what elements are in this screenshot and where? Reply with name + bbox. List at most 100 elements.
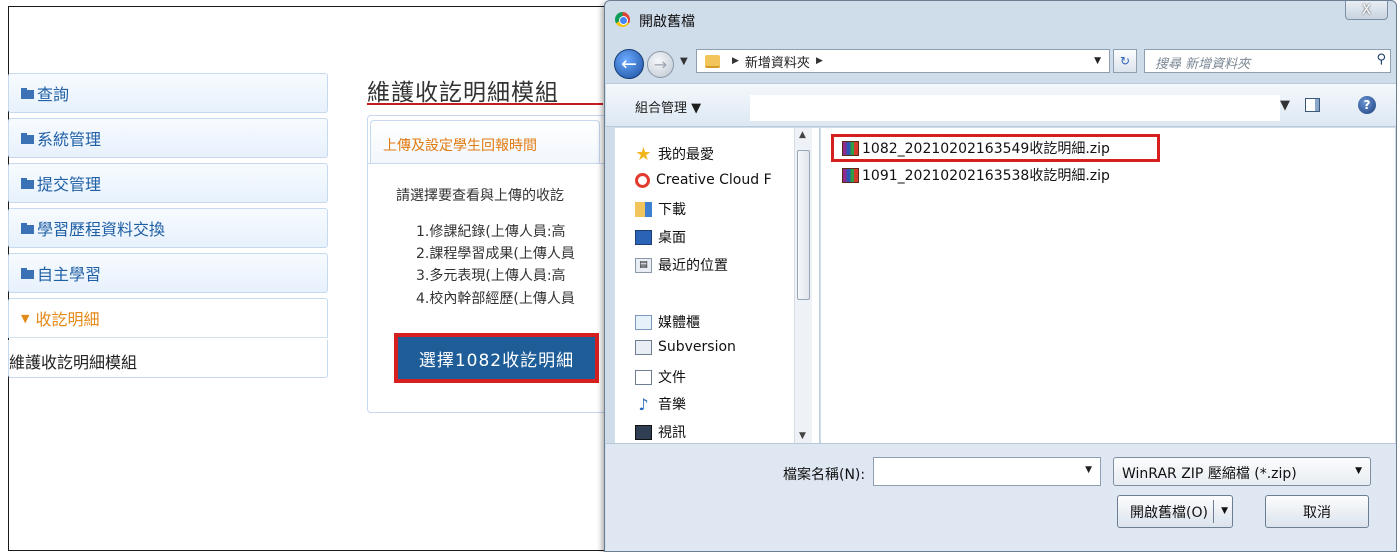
folder-icon (21, 222, 34, 234)
nav-item-documents[interactable]: 文件 (635, 367, 686, 387)
sidebar-item-label: 收訖明細 (35, 310, 100, 329)
nav-item-label: 音樂 (658, 397, 686, 413)
forward-button[interactable]: → (647, 51, 674, 78)
breadcrumb-folder[interactable]: 新增資料夾 (745, 52, 810, 71)
chevron-down-icon[interactable]: ▼ (1085, 465, 1092, 475)
arrow-right-icon: → (653, 55, 668, 74)
search-input[interactable]: 搜尋 新增資料夾 ⚲ (1144, 49, 1391, 73)
nav-item-label: Subversion (658, 339, 736, 355)
navigation-scrollbar[interactable]: ▲ ▼ (794, 128, 812, 443)
recent-places-icon: ▤ (635, 257, 652, 273)
tab-divider (368, 163, 611, 164)
scroll-down-icon[interactable]: ▼ (799, 431, 806, 441)
nav-item-desktop[interactable]: 桌面 (635, 227, 686, 247)
refresh-icon: ↻ (1119, 54, 1131, 68)
file-item[interactable]: 1091_20210202163538收訖明細.zip (842, 165, 1110, 185)
sidebar-subitem-maintain-receipts[interactable]: 維護收訖明細模組 (8, 340, 328, 378)
file-type-select[interactable]: WinRAR ZIP 壓縮檔 (*.zip) ▼ (1113, 457, 1371, 486)
nav-item-recent-places[interactable]: ▤ 最近的位置 (635, 255, 728, 275)
filename-input[interactable]: ▼ (873, 457, 1101, 486)
preview-pane-icon[interactable] (1305, 98, 1320, 112)
sidebar-item-label: 學習歷程資料交換 (37, 220, 166, 239)
folder-icon (21, 177, 34, 189)
split-divider (1213, 500, 1214, 523)
caret-down-icon: ▼ (21, 311, 30, 325)
title-underline (367, 103, 603, 105)
nav-item-creative-cloud[interactable]: Creative Cloud F (635, 172, 772, 188)
nav-item-subversion[interactable]: Subversion (635, 339, 736, 355)
desktop-icon (635, 229, 652, 245)
list-item: 1.修課紀錄(上傳人員:高 (416, 224, 566, 240)
nav-item-favorites[interactable]: ★ 我的最愛 (635, 143, 714, 165)
nav-item-libraries[interactable]: 媒體櫃 (635, 312, 700, 332)
nav-item-music[interactable]: ♪ 音樂 (635, 394, 686, 414)
scroll-thumb[interactable] (797, 150, 810, 300)
chevron-down-icon[interactable]: ▼ (1221, 506, 1228, 516)
star-icon: ★ (635, 143, 652, 165)
pane-divider[interactable] (819, 128, 820, 443)
dialog-title: 開啟舊檔 (639, 14, 695, 30)
nav-item-label: 文件 (658, 370, 686, 386)
folder-icon (705, 54, 720, 68)
downloads-icon (635, 201, 652, 217)
creative-cloud-icon (635, 172, 650, 188)
instruction-text: 請選擇要查看與上傳的收訖 (396, 188, 564, 204)
scroll-up-icon[interactable]: ▲ (799, 130, 806, 140)
nav-item-downloads[interactable]: 下載 (635, 199, 686, 219)
nav-item-label: 最近的位置 (658, 258, 728, 274)
sidebar-item-label: 查詢 (37, 85, 70, 104)
list-item: 4.校內幹部經歷(上傳人員 (416, 291, 575, 307)
search-placeholder: 搜尋 新增資料夾 (1155, 57, 1251, 72)
cancel-button[interactable]: 取消 (1265, 495, 1369, 528)
recent-locations-dropdown[interactable]: ▼ (680, 56, 688, 67)
nav-item-label: Creative Cloud F (656, 172, 772, 188)
tab-upload-settings[interactable]: 上傳及設定學生回報時間 (370, 120, 600, 163)
breadcrumb-separator-icon[interactable]: ▶ (816, 56, 823, 66)
breadcrumb-separator-icon[interactable]: ▶ (732, 56, 739, 66)
nav-item-label: 下載 (658, 202, 686, 218)
subversion-icon (635, 339, 652, 355)
redaction-mask (750, 95, 1280, 121)
nav-item-label: 我的最愛 (658, 147, 714, 163)
close-button[interactable]: X (1345, 1, 1388, 20)
help-icon[interactable]: ? (1358, 96, 1376, 114)
arrow-left-icon: ← (621, 53, 637, 75)
sidebar-item-portfolio-exchange[interactable]: 學習歷程資料交換 (8, 208, 328, 248)
documents-icon (635, 369, 652, 385)
video-icon (635, 424, 652, 440)
folder-icon (21, 267, 34, 279)
open-file-dialog: 開啟舊檔 X ← → ▼ ▶ 新增資料夾 ▶ ▼ ↻ 搜尋 新增資料夾 ⚲ 組合… (604, 0, 1397, 552)
file-name: 1091_20210202163538收訖明細.zip (862, 168, 1110, 184)
address-bar[interactable]: ▶ 新增資料夾 ▶ ▼ (696, 49, 1110, 73)
nav-item-video[interactable]: 視訊 (635, 422, 686, 442)
organize-menu[interactable]: 組合管理 ▼ (635, 97, 701, 116)
music-icon: ♪ (638, 394, 649, 414)
refresh-button[interactable]: ↻ (1113, 49, 1137, 73)
back-button[interactable]: ← (614, 49, 644, 79)
library-icon (635, 314, 652, 330)
sidebar-item-submission[interactable]: 提交管理 (8, 163, 328, 203)
open-button[interactable]: 開啟舊檔(O) ▼ (1117, 495, 1233, 528)
view-options-dropdown[interactable]: ▼ (1280, 98, 1290, 113)
chevron-down-icon[interactable]: ▼ (1355, 466, 1362, 476)
file-highlight-box (831, 134, 1160, 162)
sidebar-item-system-admin[interactable]: 系統管理 (8, 118, 328, 158)
search-icon[interactable]: ⚲ (1376, 52, 1386, 67)
folder-icon (21, 87, 34, 99)
chevron-down-icon[interactable]: ▼ (1094, 56, 1101, 66)
sidebar-item-query[interactable]: 查詢 (8, 73, 328, 113)
list-item: 3.多元表現(上傳人員:高 (416, 268, 566, 284)
nav-item-label: 桌面 (658, 230, 686, 246)
file-type-value: WinRAR ZIP 壓縮檔 (*.zip) (1122, 466, 1297, 482)
winrar-archive-icon (842, 167, 859, 183)
sidebar-item-label: 提交管理 (37, 175, 102, 194)
select-receipts-button[interactable]: 選擇1082收訖明細 (394, 333, 599, 383)
page-title: 維護收訖明細模組 (367, 80, 559, 106)
open-button-label: 開啟舊檔(O) (1130, 504, 1208, 521)
nav-item-label: 媒體櫃 (658, 315, 700, 331)
sidebar-item-self-learning[interactable]: 自主學習 (8, 253, 328, 293)
sidebar-item-receipts[interactable]: ▼ 收訖明細 (8, 298, 328, 338)
sidebar-item-label: 自主學習 (37, 265, 102, 284)
chrome-icon (615, 12, 630, 27)
folder-icon (21, 132, 34, 144)
